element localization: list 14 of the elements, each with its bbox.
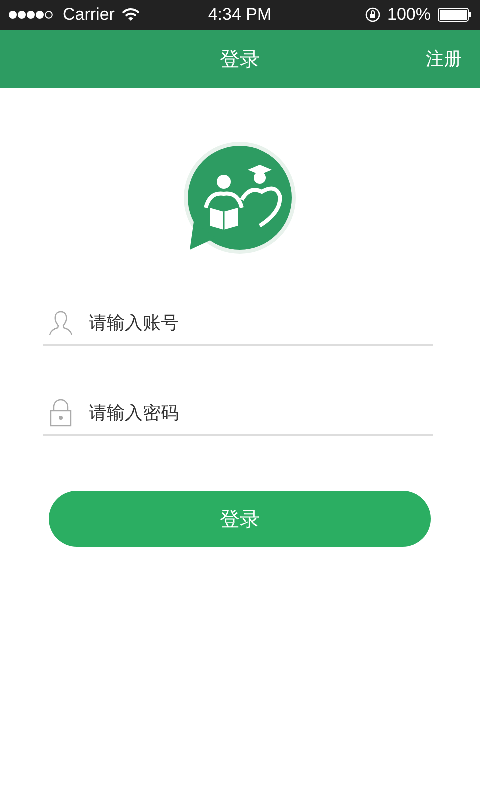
battery-icon: [438, 8, 472, 22]
password-field[interactable]: 请输入密码: [87, 402, 433, 424]
battery-percent: 100%: [388, 5, 431, 25]
account-field[interactable]: 请输入账号: [87, 312, 433, 334]
signal-icon: [8, 10, 56, 20]
register-link[interactable]: 注册: [426, 47, 462, 71]
clock-time: 4:34 PM: [208, 5, 272, 25]
carrier-label: Carrier: [63, 5, 115, 25]
rotation-lock-icon: [364, 7, 381, 23]
page-title: 登录: [220, 46, 260, 72]
lock-icon: [49, 399, 73, 427]
wifi-icon: [122, 8, 140, 22]
person-icon: [49, 310, 73, 336]
login-button[interactable]: 登录: [49, 491, 431, 547]
